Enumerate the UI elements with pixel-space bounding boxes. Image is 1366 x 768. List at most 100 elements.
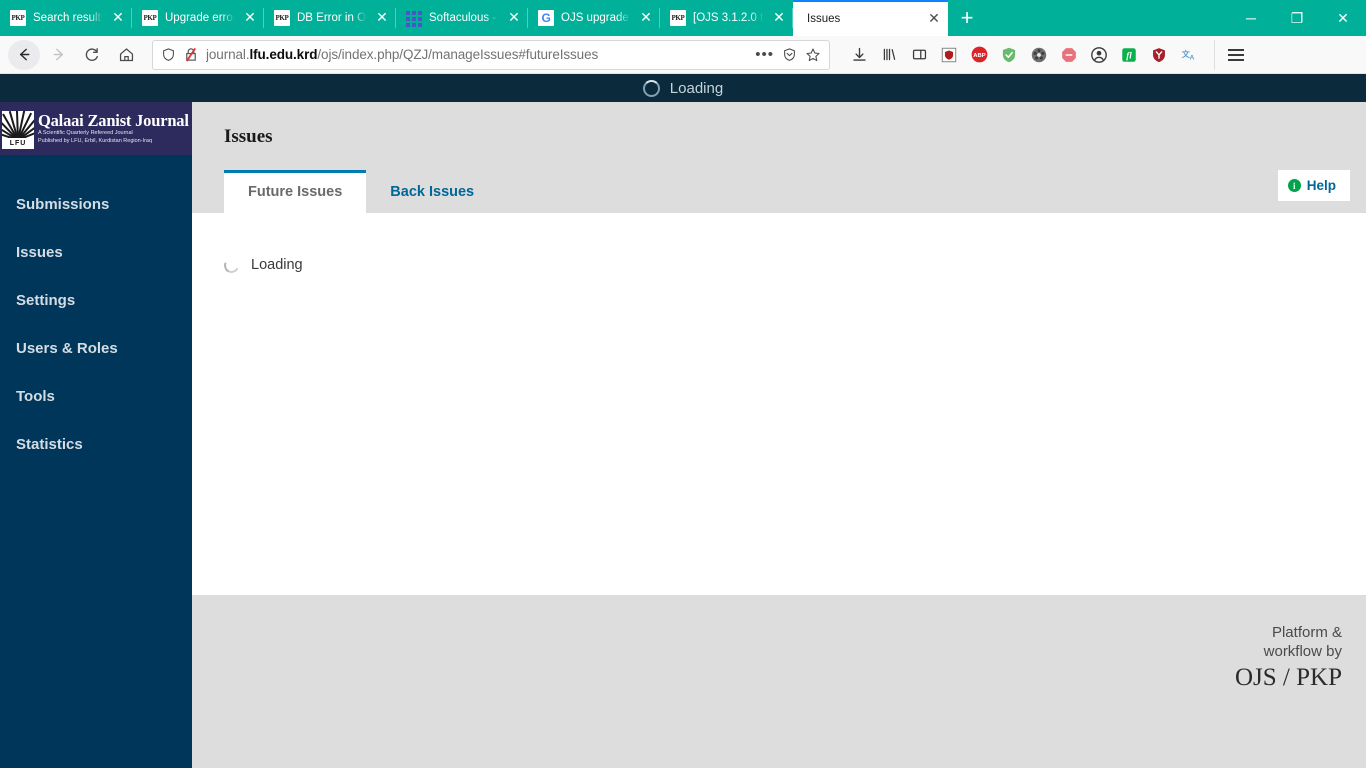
journal-subtitle-1: A Scientific Quarterly Refereed Journal [38, 129, 133, 136]
web-page-viewport: Loading LFU Qalaai Zanist Journal A Scie… [0, 74, 1366, 768]
softaculous-favicon-icon [406, 10, 422, 27]
footer-line-2: workflow by [1263, 643, 1342, 660]
lfu-logo-mark-icon: LFU [2, 109, 34, 149]
sidebar-item-tools[interactable]: Tools [0, 373, 192, 421]
download-icon[interactable] [844, 40, 874, 70]
browser-tab-title: Softaculous - All Ins [429, 12, 499, 24]
adblock-plus-icon[interactable]: ABP [964, 40, 994, 70]
pkp-favicon-icon: PKP [274, 10, 290, 26]
sidebar-item-users-and-roles[interactable]: Users & Roles [0, 325, 192, 373]
pkp-favicon-icon: PKP [142, 10, 158, 26]
issues-panel: Loading [192, 213, 1366, 595]
close-tab-icon[interactable]: ✕ [926, 11, 942, 27]
browser-tab-bar: PKP Search results for 'up ✕ PKP Upgrade… [0, 0, 1366, 36]
browser-tab-2[interactable]: PKP DB Error in OJS 3.2.0 ✕ [264, 0, 396, 36]
extension-toolbar: ABP fl 文A [844, 40, 1204, 70]
browser-tab-title: Search results for 'up [33, 12, 103, 24]
journal-logo-text: Qalaai Zanist Journal A Scientific Quart… [38, 110, 189, 146]
content-header: Issues [192, 102, 1366, 148]
browser-tab-title: Upgrade error from [165, 12, 235, 24]
new-tab-button[interactable]: + [948, 0, 986, 36]
home-button-icon[interactable] [110, 40, 142, 70]
loading-bar-text: Loading [669, 79, 724, 97]
svg-text:A: A [1189, 54, 1194, 61]
adguard-shield-icon[interactable] [994, 40, 1024, 70]
browser-tab-title: OJS upgrade Errors [561, 12, 631, 24]
main-content: Issues Future Issues Back Issues i Help … [192, 102, 1366, 768]
browser-tab-3[interactable]: Softaculous - All Ins ✕ [396, 0, 528, 36]
lfu-text: LFU [2, 137, 34, 149]
pkp-favicon-icon: PKP [10, 10, 26, 26]
pocket-save-icon[interactable] [782, 47, 797, 62]
tracking-protection-shield-icon[interactable] [161, 47, 176, 62]
info-icon: i [1287, 179, 1301, 192]
journal-subtitle-2: Published by LFU, Erbil, Kurdistan Regio… [38, 138, 153, 145]
browser-tab-active-issues[interactable]: Issues ✕ [793, 0, 948, 36]
journal-logo[interactable]: LFU Qalaai Zanist Journal A Scientific Q… [0, 102, 192, 155]
loading-spinner-icon [221, 255, 242, 275]
ublock-origin-icon[interactable] [934, 40, 964, 70]
issues-tabs: Future Issues Back Issues [192, 170, 1366, 213]
journal-title: Qalaai Zanist Journal [38, 110, 189, 130]
hamburger-menu-icon[interactable] [1214, 39, 1246, 70]
browser-nav-bar: journal.lfu.edu.krd/ojs/index.php/QZJ/ma… [0, 36, 1366, 74]
flash-block-icon[interactable]: fl [1114, 40, 1144, 70]
svg-text:ABP: ABP [973, 53, 985, 59]
page-title: Issues [224, 126, 273, 147]
translate-icon[interactable]: 文A [1174, 40, 1204, 70]
close-tab-icon[interactable]: ✕ [242, 10, 258, 26]
reel-icon[interactable] [1024, 40, 1054, 70]
sidebar-item-submissions[interactable]: Submissions [0, 181, 192, 229]
close-window-button[interactable]: ✕ [1320, 0, 1366, 36]
sidebar: LFU Qalaai Zanist Journal A Scientific Q… [0, 102, 192, 768]
close-tab-icon[interactable]: ✕ [771, 10, 787, 26]
sidebar-item-statistics[interactable]: Statistics [0, 421, 192, 469]
library-icon[interactable] [874, 40, 904, 70]
pkp-favicon-icon: PKP [670, 10, 686, 26]
broken-lock-icon[interactable] [184, 47, 198, 62]
help-button-label: Help [1306, 178, 1336, 193]
loading-spinner-icon [642, 79, 660, 97]
reload-button-icon[interactable] [76, 40, 108, 70]
browser-tab-title: [OJS 3.1.2.0 to 3.2] U [693, 12, 764, 24]
maximize-window-button[interactable]: ❐ [1274, 0, 1320, 36]
close-tab-icon[interactable]: ✕ [110, 10, 126, 26]
browser-tab-0[interactable]: PKP Search results for 'up ✕ [0, 0, 132, 36]
bookmark-star-icon[interactable] [805, 47, 821, 63]
sidebar-icon[interactable] [904, 40, 934, 70]
browser-tab-title: DB Error in OJS 3.2.0 [297, 12, 367, 24]
page-actions-icon[interactable]: ••• [755, 46, 774, 63]
fan-graphic-icon [2, 110, 34, 138]
help-button[interactable]: i Help [1277, 170, 1350, 201]
browser-tab-5[interactable]: PKP [OJS 3.1.2.0 to 3.2] U ✕ [660, 0, 793, 36]
stop-icon[interactable] [1054, 40, 1084, 70]
tab-back-issues[interactable]: Back Issues [366, 170, 498, 213]
browser-tab-1[interactable]: PKP Upgrade error from ✕ [132, 0, 264, 36]
url-bar[interactable]: journal.lfu.edu.krd/ojs/index.php/QZJ/ma… [152, 39, 830, 70]
svg-text:fl: fl [1126, 50, 1132, 60]
sidebar-item-issues[interactable]: Issues [0, 229, 192, 277]
browser-tab-4[interactable]: G OJS upgrade Errors ✕ [528, 0, 660, 36]
account-icon[interactable] [1084, 40, 1114, 70]
window-controls: ─ ❐ ✕ [1228, 0, 1366, 36]
close-tab-icon[interactable]: ✕ [374, 10, 390, 26]
red-shield-icon[interactable] [1144, 40, 1174, 70]
forward-button-icon [42, 40, 74, 70]
close-tab-icon[interactable]: ✕ [506, 10, 522, 26]
footer-line-1: Platform & [1271, 624, 1342, 641]
sidebar-nav: Submissions Issues Settings Users & Role… [0, 155, 192, 469]
page-loading-bar: Loading [0, 74, 1366, 102]
minimize-window-button[interactable]: ─ [1228, 0, 1274, 36]
page-footer: Platform & workflow by OJS / PKP [192, 595, 1366, 721]
ojs-app-body: LFU Qalaai Zanist Journal A Scientific Q… [0, 102, 1366, 768]
url-text: journal.lfu.edu.krd/ojs/index.php/QZJ/ma… [206, 47, 599, 62]
close-tab-icon[interactable]: ✕ [638, 10, 654, 26]
ojs-pkp-logo-text: OJS / PKP [1235, 664, 1342, 691]
google-favicon-icon: G [538, 10, 554, 26]
tab-future-issues[interactable]: Future Issues [224, 170, 367, 213]
pkp-branding: Platform & workflow by OJS / PKP [1235, 623, 1342, 693]
browser-tab-title: Issues [807, 13, 841, 25]
back-button-icon[interactable] [8, 39, 40, 70]
panel-loading-text: Loading [251, 257, 303, 273]
sidebar-item-settings[interactable]: Settings [0, 277, 192, 325]
